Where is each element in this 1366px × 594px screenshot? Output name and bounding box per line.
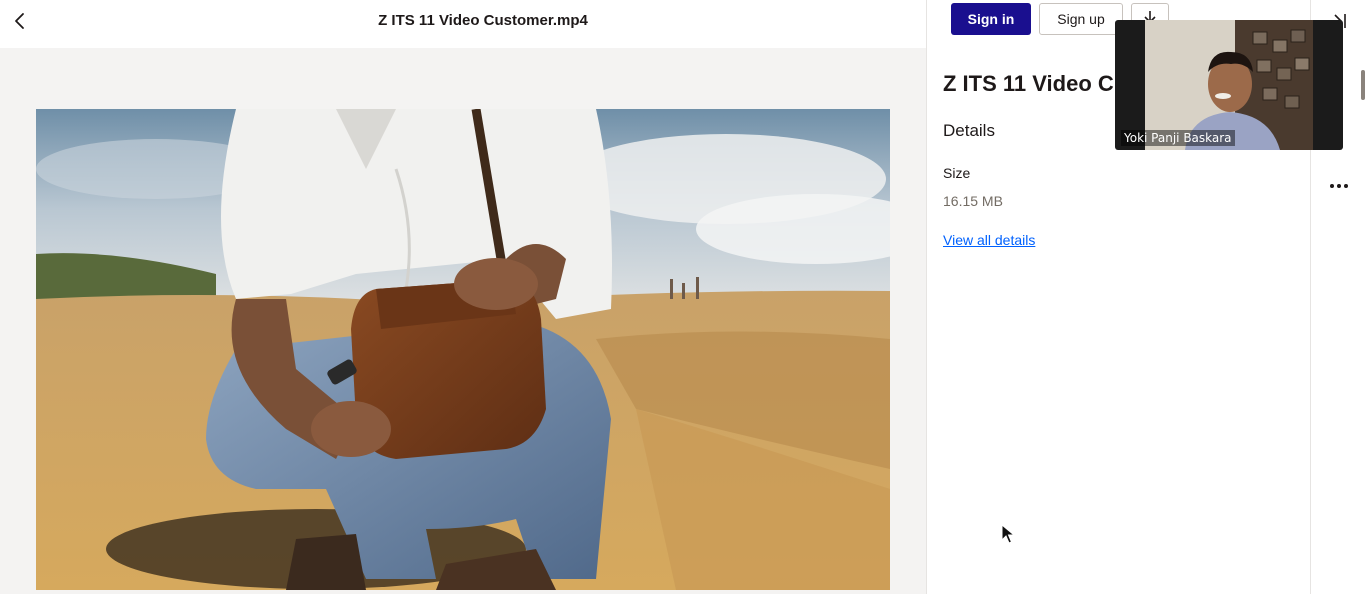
participant-name: Yoki Panji Baskara [1121, 130, 1235, 146]
participant-video-window[interactable]: Yoki Panji Baskara [1115, 20, 1343, 150]
more-horizontal-icon [1330, 184, 1348, 188]
file-title: Z ITS 11 Video Customer.mp4 [378, 12, 588, 29]
video-frame-image [36, 109, 890, 590]
viewer-header: Z ITS 11 Video Customer.mp4 [0, 0, 927, 48]
view-all-details-link[interactable]: View all details [943, 232, 1035, 248]
video-player[interactable] [36, 109, 890, 590]
sign-in-button[interactable]: Sign in [951, 3, 1031, 35]
details-heading: Details [943, 121, 995, 140]
size-label: Size [943, 165, 971, 181]
size-value: 16.15 MB [943, 193, 1003, 209]
scrollbar[interactable] [1361, 70, 1365, 100]
sign-up-button[interactable]: Sign up [1039, 3, 1123, 35]
mouse-cursor-icon [1001, 524, 1015, 544]
file-viewer: Z ITS 11 Video Customer.mp4 [0, 0, 927, 594]
more-options-button[interactable] [1327, 174, 1351, 198]
